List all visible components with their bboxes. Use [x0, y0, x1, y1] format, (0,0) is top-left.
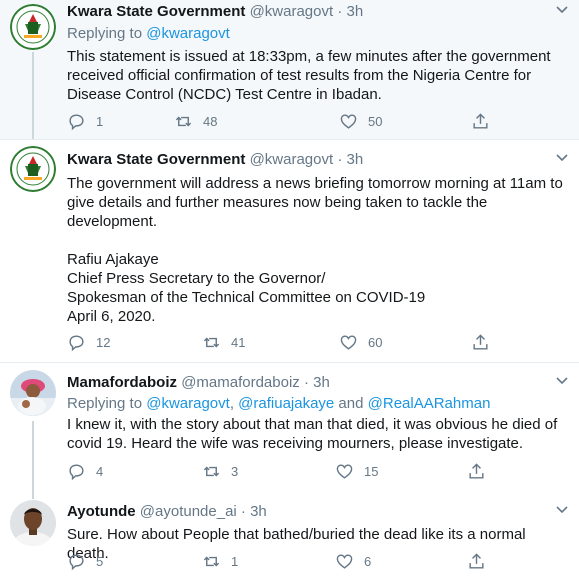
- heart-icon: [336, 463, 353, 479]
- replying-to: Replying to @kwaragovt, @rafiuajakaye an…: [67, 394, 569, 414]
- retweet-count: 3: [231, 463, 239, 479]
- like-count: 50: [368, 113, 383, 129]
- tweet-text: The government will address a news brief…: [67, 175, 563, 325]
- like-count: 6: [364, 553, 372, 569]
- mention-link[interactable]: @rafiuajakaye: [238, 395, 334, 412]
- reply-icon: [69, 463, 84, 480]
- tweet-text: This statement is issued at 18:33pm, a f…: [67, 48, 555, 103]
- retweet-icon: [203, 337, 220, 347]
- share-icon: [469, 552, 484, 569]
- share-button[interactable]: [467, 460, 496, 482]
- share-button[interactable]: [471, 110, 500, 132]
- retweet-icon: [203, 556, 220, 566]
- author-handle[interactable]: @kwaragovt: [250, 151, 334, 168]
- reply-icon: [69, 334, 84, 351]
- reply-icon: [69, 553, 84, 570]
- replying-to-label: Replying to: [67, 25, 147, 42]
- reply-button[interactable]: 4: [67, 460, 106, 482]
- share-icon: [469, 462, 484, 479]
- retweet-count: 41: [231, 334, 246, 350]
- separator-dot: ·: [337, 151, 343, 168]
- author-handle[interactable]: @mamafordaboiz: [181, 374, 300, 391]
- replying-to: Replying to @kwaragovt: [67, 24, 569, 44]
- retweet-button[interactable]: 48: [174, 110, 217, 132]
- separator-dot: ·: [337, 3, 343, 20]
- like-count: 15: [364, 463, 379, 479]
- like-button[interactable]: 6: [335, 550, 374, 572]
- tweet[interactable]: Ayotunde @ayotunde_ai · 3h Sure. How abo…: [0, 489, 579, 581]
- kwara-government-avatar[interactable]: [10, 4, 56, 50]
- heart-icon: [336, 553, 353, 569]
- thread-line: [32, 421, 34, 489]
- share-icon: [473, 333, 488, 350]
- timestamp[interactable]: 3h: [250, 503, 267, 520]
- mamafordaboiz-avatar[interactable]: [10, 370, 56, 416]
- ayotunde-avatar[interactable]: [10, 500, 56, 546]
- retweet-button[interactable]: 3: [202, 460, 241, 482]
- replying-to-label: Replying to: [67, 395, 147, 412]
- author-handle[interactable]: @ayotunde_ai: [140, 503, 237, 520]
- mention-separator: and: [334, 395, 368, 412]
- reply-button[interactable]: 1: [67, 110, 106, 132]
- thread-line: [32, 489, 34, 499]
- heart-icon: [340, 113, 357, 129]
- retweet-icon: [175, 116, 192, 126]
- reply-count: 1: [96, 113, 104, 129]
- separator-dot: ·: [240, 503, 246, 520]
- kwara-government-avatar[interactable]: [10, 146, 56, 192]
- author-name[interactable]: Kwara State Government: [67, 3, 245, 20]
- tweet[interactable]: Kwara State Government @kwaragovt · 3h T…: [0, 140, 579, 362]
- like-count: 60: [368, 334, 383, 350]
- retweet-icon: [203, 466, 220, 476]
- like-button[interactable]: 50: [339, 110, 382, 132]
- author-handle[interactable]: @kwaragovt: [250, 3, 334, 20]
- retweet-count: 48: [203, 113, 218, 129]
- mention-link[interactable]: @kwaragovt: [146, 395, 230, 412]
- timestamp[interactable]: 3h: [313, 374, 330, 391]
- separator-dot: ·: [303, 374, 309, 391]
- reply-count: 12: [96, 334, 111, 350]
- retweet-count: 1: [231, 553, 239, 569]
- chevron-down-icon[interactable]: [555, 150, 569, 164]
- retweet-button[interactable]: 1: [202, 550, 241, 572]
- share-button[interactable]: [467, 550, 496, 572]
- mention-separator: ,: [229, 395, 239, 412]
- reply-button[interactable]: 5: [67, 550, 106, 572]
- reply-icon: [69, 113, 84, 130]
- tweet[interactable]: Kwara State Government @kwaragovt · 3h R…: [0, 0, 579, 139]
- thread-line: [32, 52, 34, 139]
- tweet-text: I knew it, with the story about that man…: [67, 416, 562, 452]
- mention-link[interactable]: @kwaragovt: [146, 25, 230, 42]
- retweet-button[interactable]: 41: [202, 331, 245, 353]
- chevron-down-icon[interactable]: [555, 502, 569, 516]
- reply-button[interactable]: 12: [67, 331, 110, 353]
- like-button[interactable]: 60: [339, 331, 382, 353]
- reply-count: 5: [96, 553, 104, 569]
- mention-link[interactable]: @RealAARahman: [368, 395, 491, 412]
- timestamp[interactable]: 3h: [347, 151, 364, 168]
- author-name[interactable]: Mamafordaboiz: [67, 374, 177, 391]
- tweet[interactable]: Mamafordaboiz @mamafordaboiz · 3h Replyi…: [0, 363, 579, 489]
- chevron-down-icon[interactable]: [555, 2, 569, 16]
- timestamp[interactable]: 3h: [347, 3, 364, 20]
- like-button[interactable]: 15: [335, 460, 378, 482]
- author-name[interactable]: Ayotunde: [67, 503, 136, 520]
- heart-icon: [340, 334, 357, 350]
- author-name[interactable]: Kwara State Government: [67, 151, 245, 168]
- share-button[interactable]: [471, 331, 500, 353]
- reply-count: 4: [96, 463, 104, 479]
- chevron-down-icon[interactable]: [555, 373, 569, 387]
- share-icon: [473, 112, 488, 129]
